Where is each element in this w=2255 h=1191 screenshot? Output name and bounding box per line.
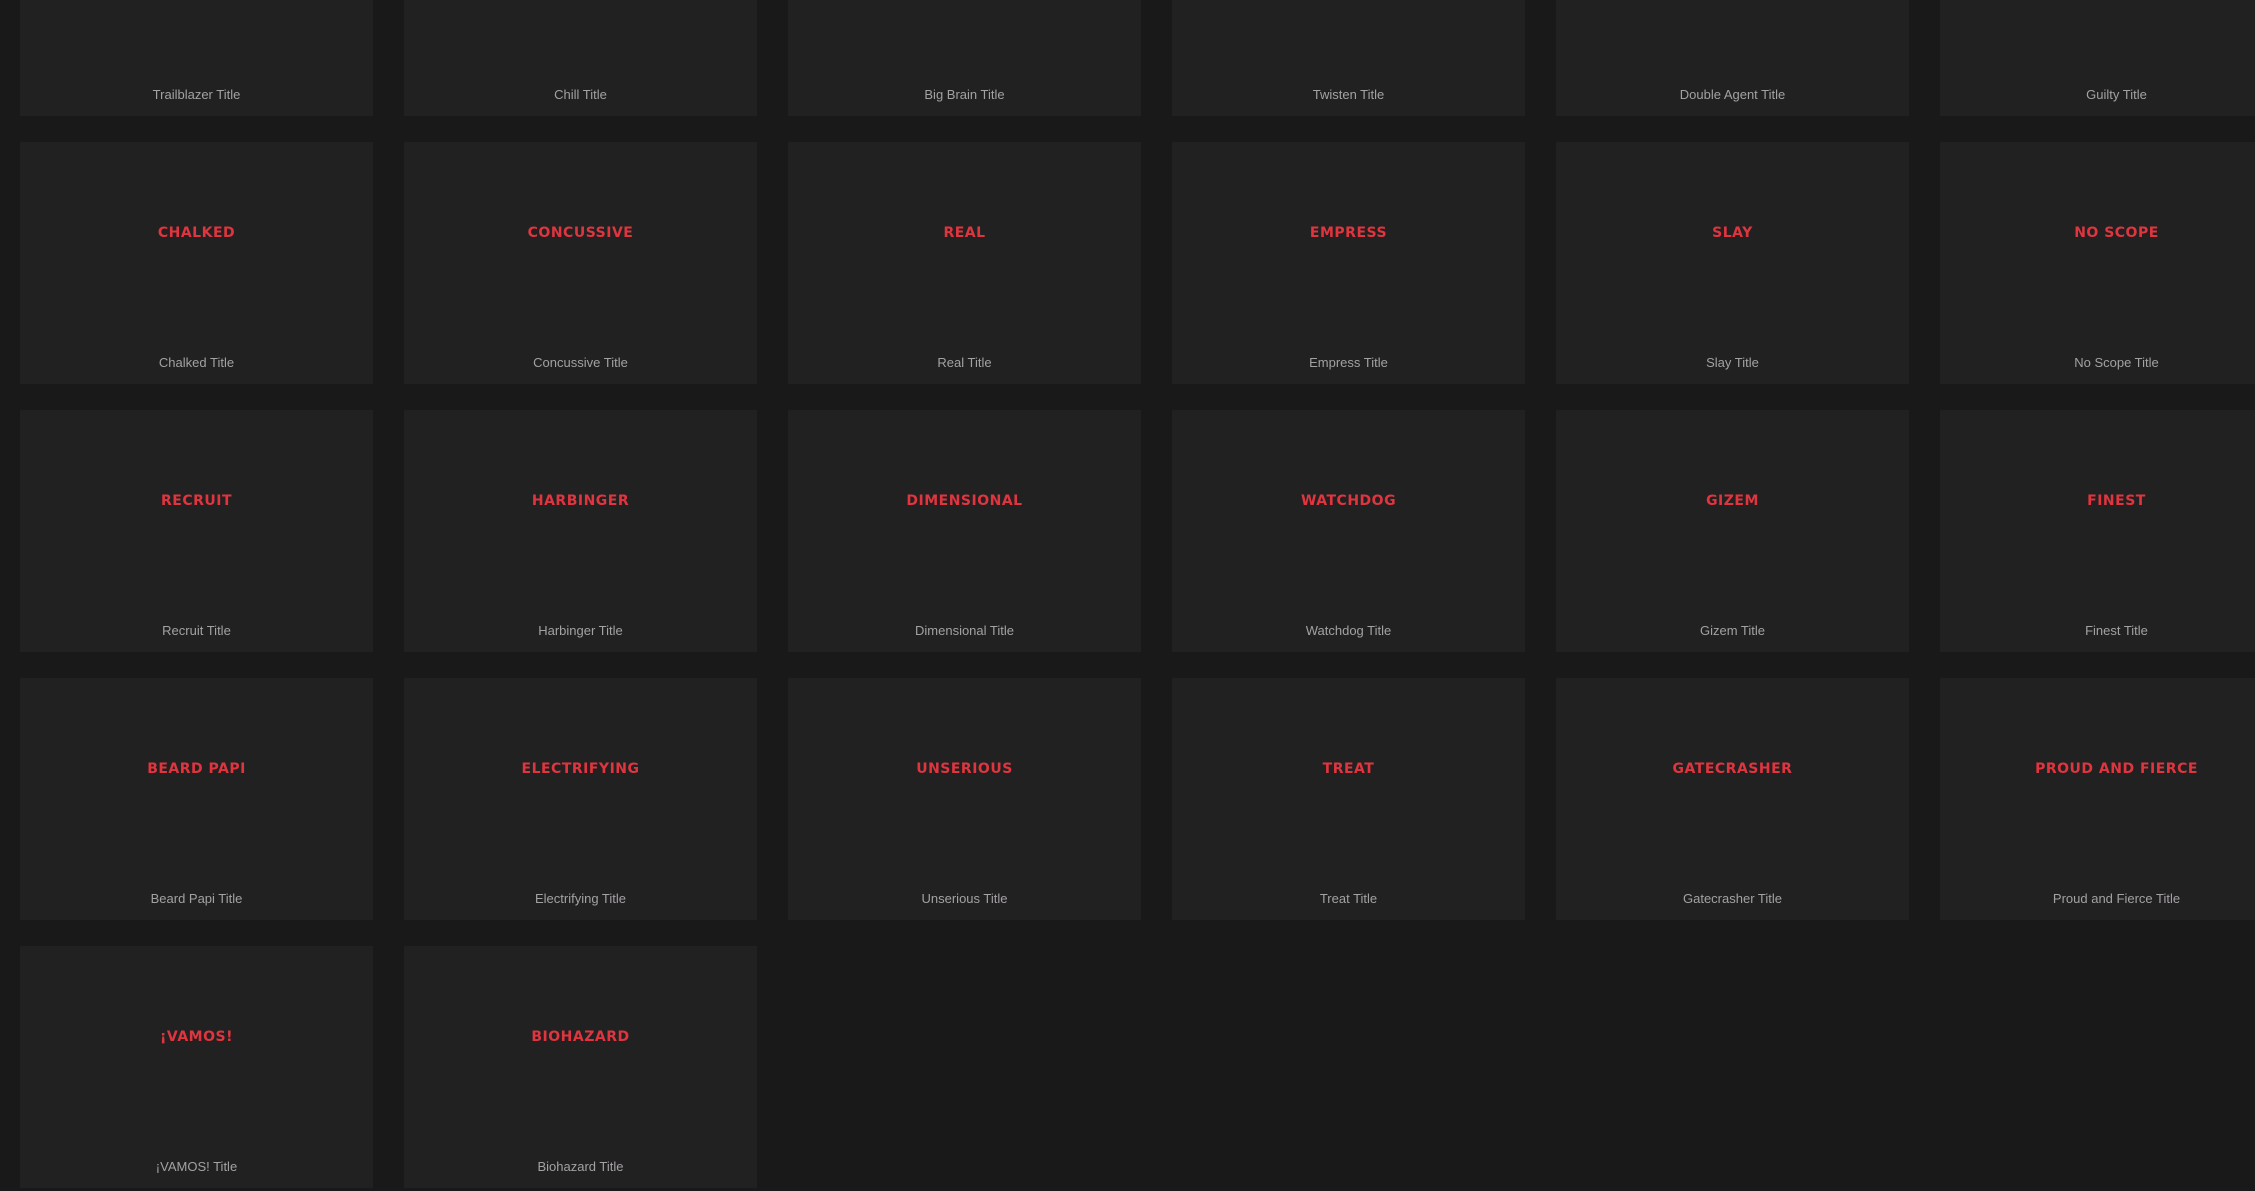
title-card-label: Guilty Title: [2086, 87, 2147, 102]
title-card-label: Beard Papi Title: [150, 891, 243, 906]
title-art: BEARD PAPI: [147, 761, 246, 777]
title-card-slay[interactable]: SLAY Slay Title: [1556, 142, 1909, 384]
title-card-unserious[interactable]: UNSERIOUS Unserious Title: [788, 678, 1141, 920]
title-card-chill[interactable]: Chill Title: [404, 0, 757, 116]
title-card-label: Dimensional Title: [915, 623, 1014, 638]
title-card-beard-papi[interactable]: BEARD PAPI Beard Papi Title: [20, 678, 373, 920]
title-card-label: Chill Title: [554, 87, 607, 102]
title-card-label: Unserious Title: [921, 891, 1008, 906]
title-art: CONCUSSIVE: [527, 225, 634, 241]
title-art: UNSERIOUS: [916, 761, 1013, 777]
title-card-label: Double Agent Title: [1679, 87, 1786, 102]
title-card-guilty[interactable]: Guilty Title: [1940, 0, 2255, 116]
title-art: NO SCOPE: [2074, 225, 2159, 241]
title-card-proud-and-fierce[interactable]: PROUD AND FIERCE Proud and Fierce Title: [1940, 678, 2255, 920]
title-art: REAL: [943, 225, 986, 241]
title-art: SLAY: [1712, 225, 1753, 241]
title-card-big-brain[interactable]: Big Brain Title: [788, 0, 1141, 116]
title-card-gizem[interactable]: GIZEM Gizem Title: [1556, 410, 1909, 652]
title-card-label: Finest Title: [2085, 623, 2148, 638]
title-card-treat[interactable]: TREAT Treat Title: [1172, 678, 1525, 920]
title-card-label: Twisten Title: [1312, 87, 1385, 102]
title-card-no-scope[interactable]: NO SCOPE No Scope Title: [1940, 142, 2255, 384]
title-art: ¡VAMOS!: [160, 1029, 233, 1045]
title-art: ELECTRIFYING: [521, 761, 640, 777]
title-art: EMPRESS: [1309, 225, 1388, 241]
title-card-double-agent[interactable]: Double Agent Title: [1556, 0, 1909, 116]
title-card-trailblazer[interactable]: Trailblazer Title: [20, 0, 373, 116]
title-card-label: Harbinger Title: [538, 623, 623, 638]
title-art: DIMENSIONAL: [906, 493, 1023, 509]
title-card-concussive[interactable]: CONCUSSIVE Concussive Title: [404, 142, 757, 384]
title-card-twisten[interactable]: Twisten Title: [1172, 0, 1525, 116]
title-card-label: Chalked Title: [158, 355, 235, 370]
title-cosmetics-grid: Trailblazer Title Chill Title Big Brain …: [0, 0, 2255, 1191]
title-card-label: Empress Title: [1309, 355, 1388, 370]
title-art: GATECRASHER: [1672, 761, 1793, 777]
title-card-label: Gatecrasher Title: [1683, 891, 1782, 906]
title-card-label: Recruit Title: [162, 623, 231, 638]
title-card-label: Trailblazer Title: [152, 87, 241, 102]
title-card-empress[interactable]: EMPRESS Empress Title: [1172, 142, 1525, 384]
title-card-label: Big Brain Title: [924, 87, 1005, 102]
title-art: BIOHAZARD: [531, 1029, 630, 1045]
title-card-label: No Scope Title: [2074, 355, 2159, 370]
title-art: PROUD AND FIERCE: [2035, 761, 2198, 777]
title-card-label: Biohazard Title: [537, 1159, 624, 1174]
title-art: HARBINGER: [531, 493, 630, 509]
title-card-biohazard[interactable]: BIOHAZARD Biohazard Title: [404, 946, 757, 1188]
title-card-label: Electrifying Title: [534, 891, 627, 906]
title-art: GIZEM: [1706, 493, 1759, 509]
title-card-label: Slay Title: [1706, 355, 1759, 370]
title-card-dimensional[interactable]: DIMENSIONAL Dimensional Title: [788, 410, 1141, 652]
title-card-chalked[interactable]: CHALKED Chalked Title: [20, 142, 373, 384]
title-card-recruit[interactable]: RECRUIT Recruit Title: [20, 410, 373, 652]
title-card-harbinger[interactable]: HARBINGER Harbinger Title: [404, 410, 757, 652]
title-card-label: Real Title: [937, 355, 992, 370]
title-card-finest[interactable]: FINEST Finest Title: [1940, 410, 2255, 652]
title-card-label: Proud and Fierce Title: [2052, 891, 2181, 906]
title-card-real[interactable]: REAL Real Title: [788, 142, 1141, 384]
title-card-label: Watchdog Title: [1305, 623, 1392, 638]
title-card-label: Gizem Title: [1699, 623, 1765, 638]
title-card-label: Treat Title: [1319, 891, 1378, 906]
title-card-gatecrasher[interactable]: GATECRASHER Gatecrasher Title: [1556, 678, 1909, 920]
title-card-vamos[interactable]: ¡VAMOS! ¡VAMOS! Title: [20, 946, 373, 1188]
title-art: CHALKED: [157, 225, 236, 241]
title-art: FINEST: [2087, 493, 2146, 509]
title-card-label: ¡VAMOS! Title: [155, 1159, 238, 1174]
title-card-watchdog[interactable]: WATCHDOG Watchdog Title: [1172, 410, 1525, 652]
title-card-electrifying[interactable]: ELECTRIFYING Electrifying Title: [404, 678, 757, 920]
title-art: TREAT: [1322, 761, 1375, 777]
title-art: WATCHDOG: [1300, 493, 1397, 509]
title-card-label: Concussive Title: [533, 355, 628, 370]
title-art: RECRUIT: [160, 493, 233, 509]
